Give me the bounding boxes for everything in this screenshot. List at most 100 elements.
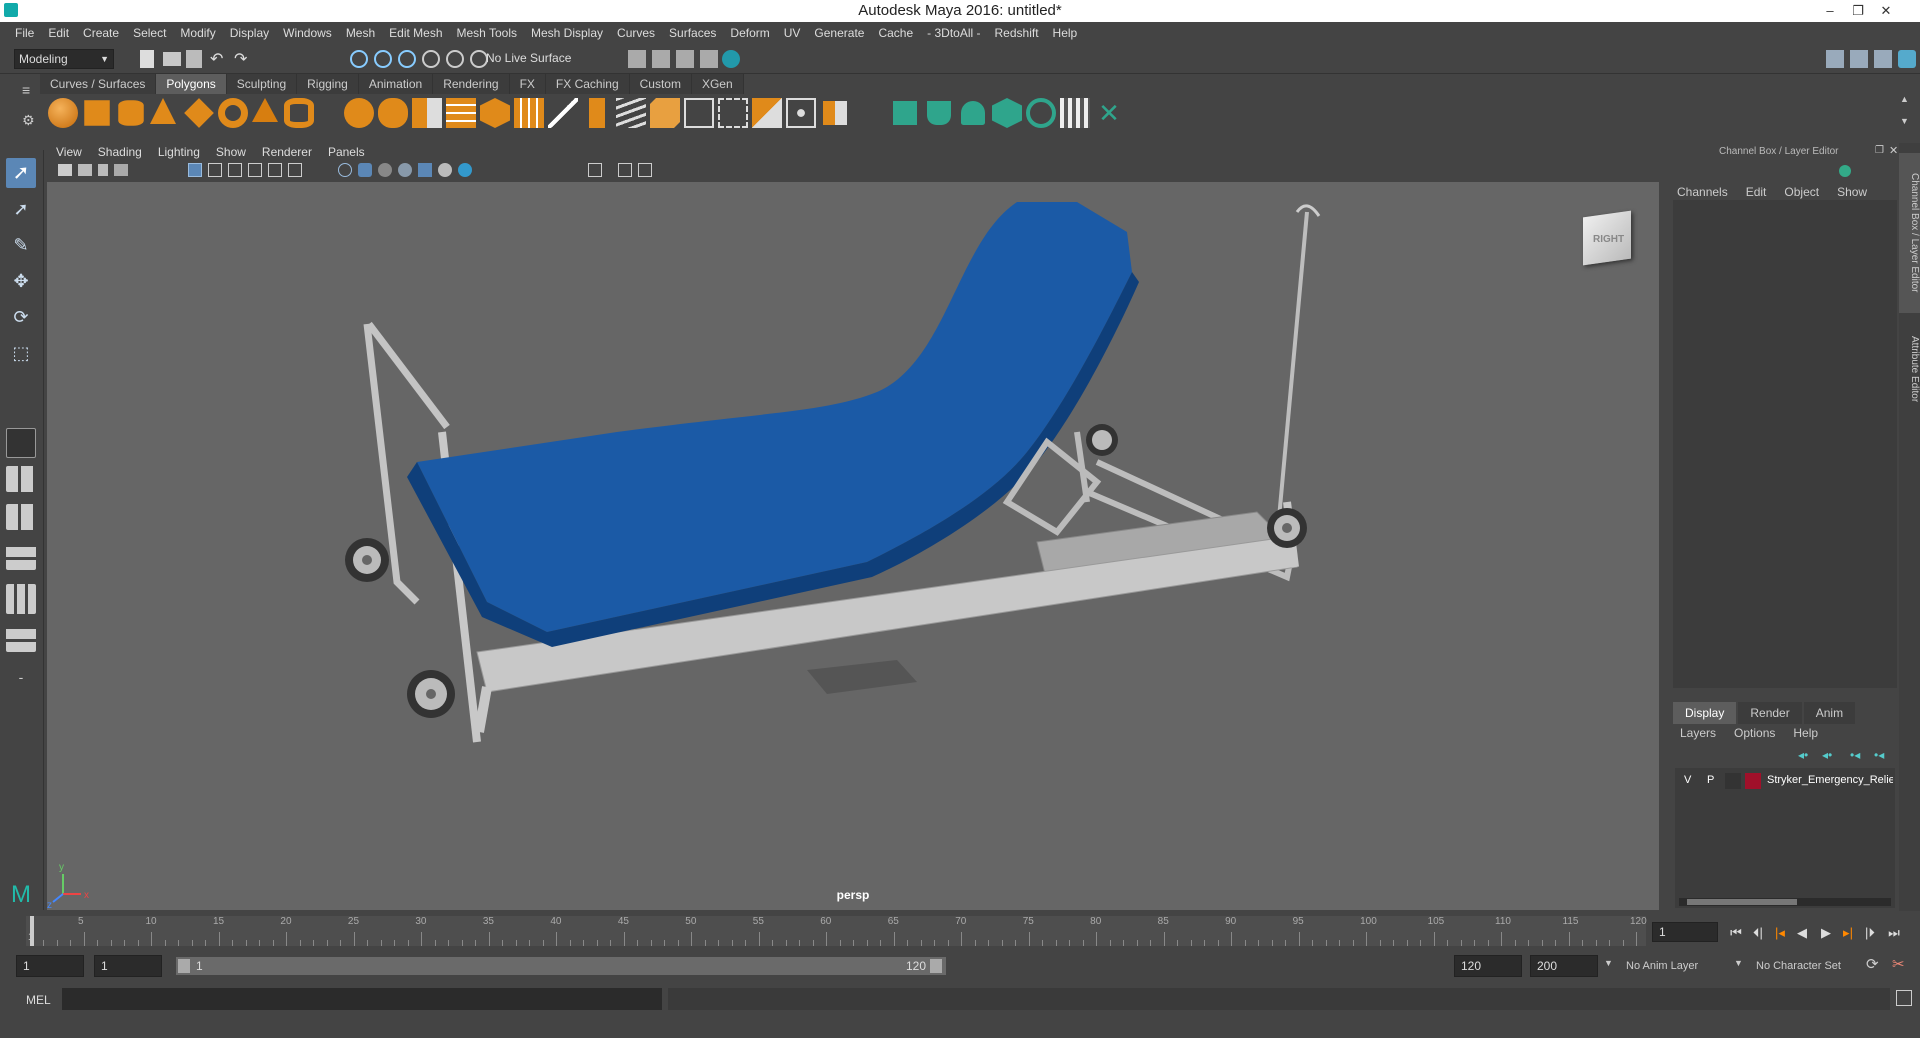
multi-cut-icon[interactable] [548, 98, 578, 128]
current-frame-field[interactable]: 1 [1652, 922, 1718, 942]
time-slider[interactable]: 5 10 15 20 25 30 35 40 45 50 55 60 65 70 75 80 85 90 95 100… [26, 916, 1647, 946]
view-cube[interactable]: RIGHT [1577, 204, 1643, 270]
float-panel-icon[interactable]: ❐ [1875, 145, 1884, 156]
layer-menu-help[interactable]: Help [1793, 726, 1818, 740]
channel-box-key-icon[interactable] [1839, 165, 1851, 177]
shelf-tab-curves-surfaces[interactable]: Curves / Surfaces [40, 74, 157, 94]
side-tab-channel-box[interactable]: Channel Box / Layer Editor [1899, 153, 1920, 313]
bevel-icon[interactable] [650, 98, 680, 128]
safe-action-icon[interactable] [288, 163, 302, 177]
menu-deform[interactable]: Deform [723, 22, 776, 44]
poly-torus-icon[interactable] [218, 98, 248, 128]
xray-active-icon[interactable] [638, 163, 652, 177]
auto-key-icon[interactable]: ⟳ [1866, 955, 1879, 973]
play-backwards-icon[interactable]: ◀ [1792, 922, 1812, 944]
combine-icon[interactable] [344, 98, 374, 128]
smooth-shade-icon[interactable] [358, 163, 372, 177]
live-surface-field[interactable]: No Live Surface [482, 49, 590, 69]
end-time-field[interactable]: 200 [1530, 955, 1598, 977]
film-gate-icon[interactable] [208, 163, 222, 177]
menu-edit[interactable]: Edit [41, 22, 76, 44]
layer-menu-options[interactable]: Options [1734, 726, 1775, 740]
merge-icon[interactable] [786, 98, 816, 128]
uv-editor-icon[interactable]: ✕ [1094, 98, 1124, 128]
menu-surfaces[interactable]: Surfaces [662, 22, 723, 44]
range-slider[interactable]: 1 120 [176, 957, 946, 975]
shelf-tab-fx-caching[interactable]: FX Caching [545, 74, 630, 94]
animation-preferences-icon[interactable]: ✂ [1892, 955, 1905, 973]
wireframe-on-shaded-icon[interactable] [378, 163, 392, 177]
menu-3dtoall[interactable]: - 3DtoAll - [920, 22, 987, 44]
menu-modify[interactable]: Modify [173, 22, 222, 44]
panel-menu-lighting[interactable]: Lighting [150, 143, 208, 161]
menu-curves[interactable]: Curves [610, 22, 662, 44]
open-scene-icon[interactable] [163, 52, 181, 66]
command-language-label[interactable]: MEL [26, 993, 51, 1007]
character-set-chevron-down-icon[interactable]: ▼ [1734, 958, 1743, 968]
render-settings-icon[interactable] [700, 50, 718, 68]
shelf-tab-rendering[interactable]: Rendering [433, 74, 510, 94]
shelf-menu-icon[interactable]: ≡ [22, 82, 30, 98]
shelf-scroll-up-icon[interactable]: ▲ [1900, 94, 1909, 104]
menu-edit-mesh[interactable]: Edit Mesh [382, 22, 449, 44]
ipr-render-icon[interactable] [676, 50, 694, 68]
select-by-component-icon[interactable] [398, 50, 416, 68]
shadows-icon[interactable] [438, 163, 452, 177]
render-frame-icon[interactable] [652, 50, 670, 68]
poly-pyramid-icon[interactable] [252, 98, 278, 122]
shelf-tab-animation[interactable]: Animation [358, 74, 434, 94]
undo-icon[interactable]: ↶ [210, 49, 228, 68]
snap-grid-icon[interactable] [422, 50, 440, 68]
new-layer-icon[interactable]: •◂ [1850, 748, 1860, 762]
uv-unfold-icon[interactable] [1026, 98, 1056, 128]
field-chart-icon[interactable] [268, 163, 282, 177]
four-view-layout-icon[interactable] [6, 466, 36, 492]
two-side-layout-icon[interactable] [6, 504, 36, 530]
camera-select-icon[interactable] [58, 164, 72, 176]
custom-layout-icon[interactable]: - [6, 664, 36, 694]
fill-hole-icon[interactable] [752, 98, 782, 128]
poly-cone-icon[interactable] [150, 98, 176, 124]
layer-tab-render[interactable]: Render [1738, 702, 1802, 724]
step-back-frame-icon[interactable]: ⏴| [1748, 922, 1768, 944]
move-layer-down-icon[interactable]: ◂• [1822, 748, 1832, 762]
channel-menu-show[interactable]: Show [1837, 185, 1867, 199]
hypershade-icon[interactable] [722, 50, 740, 68]
smooth-icon[interactable] [446, 98, 476, 128]
side-tab-attribute-editor[interactable]: Attribute Editor [1899, 319, 1920, 419]
anim-layer-chevron-down-icon[interactable]: ▼ [1604, 958, 1613, 968]
append-polygon-icon[interactable] [718, 98, 748, 128]
poly-pipe-icon[interactable] [284, 98, 314, 128]
layer-menu-layers[interactable]: Layers [1680, 726, 1716, 740]
menu-select[interactable]: Select [126, 22, 173, 44]
script-editor-icon[interactable] [1896, 990, 1912, 1006]
minimize-icon[interactable]: – [1818, 0, 1842, 22]
menu-cache[interactable]: Cache [871, 22, 920, 44]
shelf-tab-fx[interactable]: FX [509, 74, 546, 94]
move-layer-up-icon[interactable]: ◂• [1798, 748, 1808, 762]
modeling-toolkit-icon[interactable] [1850, 50, 1868, 68]
layer-list-scrollbar[interactable] [1679, 898, 1891, 906]
use-all-lights-icon[interactable] [418, 163, 432, 177]
layer-playback-toggle[interactable]: P [1707, 774, 1714, 786]
range-start-handle[interactable] [178, 959, 190, 973]
play-forwards-icon[interactable]: ▶ [1816, 922, 1836, 944]
outliner-layout-icon[interactable] [6, 584, 36, 614]
shelf-tab-polygons[interactable]: Polygons [156, 74, 227, 94]
extract-icon[interactable] [412, 98, 442, 128]
menu-mesh[interactable]: Mesh [339, 22, 382, 44]
two-stacked-layout-icon[interactable] [6, 544, 36, 570]
bookmark-icon[interactable] [98, 164, 108, 176]
command-input[interactable] [62, 988, 662, 1010]
shelf-scroll-down-icon[interactable]: ▼ [1900, 116, 1909, 126]
panel-menu-panels[interactable]: Panels [320, 143, 373, 161]
image-plane-icon[interactable] [114, 164, 128, 176]
menu-windows[interactable]: Windows [276, 22, 339, 44]
menu-uv[interactable]: UV [777, 22, 808, 44]
panel-menu-show[interactable]: Show [208, 143, 254, 161]
close-panel-icon[interactable]: ✕ [1889, 144, 1898, 157]
menu-file[interactable]: File [8, 22, 41, 44]
rotate-tool-icon[interactable]: ⟳ [6, 302, 36, 332]
separate-icon[interactable] [378, 98, 408, 128]
wireframe-icon[interactable] [338, 163, 352, 177]
